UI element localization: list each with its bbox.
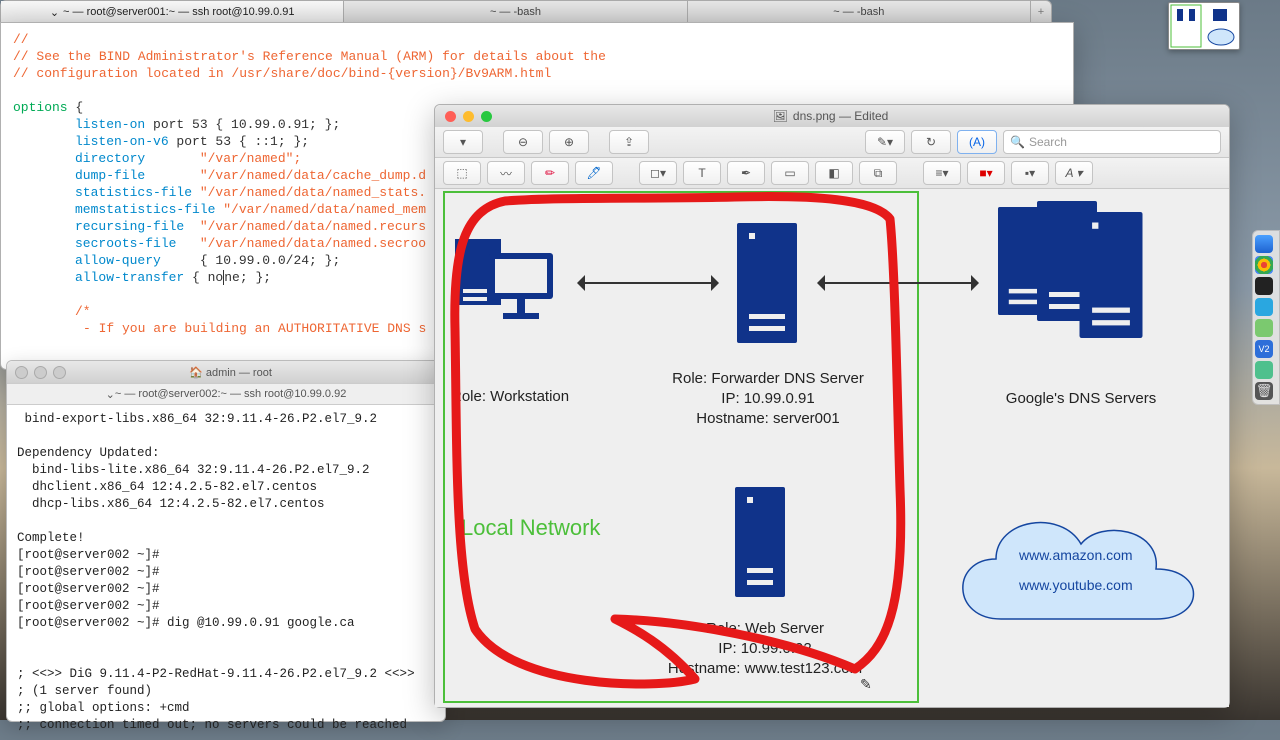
dock: V2 🗑 — [1252, 230, 1280, 405]
add-tab-button[interactable]: + — [1031, 1, 1051, 23]
arrow-icon — [823, 282, 973, 284]
code-keyword: options — [13, 100, 68, 115]
code-comment: // — [13, 32, 29, 47]
dock-app-icon[interactable] — [1255, 298, 1273, 316]
minimize-icon[interactable] — [34, 366, 47, 379]
sketch-tool[interactable]: ✏ — [531, 161, 569, 185]
workstation-icon — [455, 239, 565, 334]
zoom-out-button[interactable]: ⊖ — [503, 130, 543, 154]
sign-tool[interactable]: ✒ — [727, 161, 765, 185]
shapes-tool[interactable]: ◻▾ — [639, 161, 677, 185]
fill-color[interactable]: ▪▾ — [1011, 161, 1049, 185]
search-icon: 🔍 — [1010, 135, 1025, 149]
code-comment: // configuration located in /usr/share/d… — [13, 66, 551, 81]
zoom-icon[interactable] — [53, 366, 66, 379]
dock-chrome-icon[interactable] — [1255, 256, 1273, 274]
draw-tool[interactable]: 🖊 — [575, 161, 613, 185]
lasso-tool[interactable]: 〰 — [487, 161, 525, 185]
desktop-thumbnail[interactable] — [1168, 2, 1240, 50]
close-icon[interactable] — [445, 111, 456, 122]
google-dns-label: Google's DNS Servers — [971, 389, 1191, 409]
dock-trash-icon[interactable]: 🗑 — [1255, 382, 1273, 400]
cloud-text: www.amazon.com — [1019, 547, 1133, 563]
minimize-icon[interactable] — [463, 111, 474, 122]
terminal-window-2[interactable]: 🏠 admin — root ⌄ ~ — root@server002:~ — … — [6, 360, 446, 722]
note-tool[interactable]: ▭ — [771, 161, 809, 185]
window-title: admin — root — [206, 367, 272, 379]
terminal-tab-1[interactable]: ⌄~ — root@server001:~ — ssh root@10.99.0… — [1, 1, 344, 23]
preview-window: 🖼 dns.png — Edited ▾ ⊖ ⊕ ⇪ ✎▾ ↻ (A) 🔍 Sear… — [434, 104, 1230, 708]
pencil-cursor-icon: ✎ — [860, 676, 872, 693]
text-style[interactable]: A ▾ — [1055, 161, 1093, 185]
image-icon: 🖼 — [773, 109, 788, 123]
image-canvas[interactable]: Role: Workstation Role: Forwarder DNS Se… — [435, 189, 1229, 707]
dock-app-icon[interactable]: V2 — [1255, 340, 1273, 358]
window-titlebar[interactable]: 🏠 admin — root — [7, 361, 445, 383]
arrow-icon — [583, 282, 713, 284]
webserver-label: Role: Web ServerIP: 10.99.0.92Hostname: … — [655, 619, 875, 679]
server-icon — [735, 487, 785, 597]
stroke-color[interactable]: ■▾ — [967, 161, 1005, 185]
close-icon[interactable] — [15, 366, 28, 379]
zoom-in-button[interactable]: ⊕ — [549, 130, 589, 154]
rotate-button[interactable]: ↻ — [911, 130, 951, 154]
selection-tool[interactable]: ⬚ — [443, 161, 481, 185]
terminal-tab-bar: ⌄~ — root@server001:~ — ssh root@10.99.0… — [0, 0, 1052, 24]
terminal-tab[interactable]: ⌄ ~ — root@server002:~ — ssh root@10.99.… — [7, 383, 445, 405]
window-titlebar[interactable]: 🖼 dns.png — Edited — [435, 105, 1229, 127]
dock-app-icon[interactable] — [1255, 319, 1273, 337]
dock-finder-icon[interactable] — [1255, 235, 1273, 253]
mask-tool[interactable]: ⧉ — [859, 161, 897, 185]
view-menu-button[interactable]: ▾ — [443, 130, 483, 154]
share-button[interactable]: ⇪ — [609, 130, 649, 154]
dock-app-icon[interactable] — [1255, 361, 1273, 379]
terminal-output[interactable]: bind-export-libs.x86_64 32:9.11.4-26.P2.… — [7, 405, 445, 740]
terminal-tab-3[interactable]: ~ — -bash — [688, 1, 1031, 23]
cloud-text: www.youtube.com — [1019, 577, 1133, 593]
zoom-icon[interactable] — [481, 111, 492, 122]
server-icon — [737, 223, 797, 343]
code-comment: // See the BIND Administrator's Referenc… — [13, 49, 606, 64]
forwarder-label: Role: Forwarder DNS ServerIP: 10.99.0.91… — [663, 369, 873, 429]
preview-toolbar-markup: ⬚ 〰 ✏ 🖊 ◻▾ T ✒ ▭ ◧ ⧉ ≡▾ ■▾ ▪▾ A ▾ — [435, 158, 1229, 189]
line-style[interactable]: ≡▾ — [923, 161, 961, 185]
markup-button[interactable]: ✎▾ — [865, 130, 905, 154]
workstation-label: Role: Workstation — [451, 387, 569, 407]
color-adjust-tool[interactable]: ◧ — [815, 161, 853, 185]
markup-toggle-button[interactable]: (A) — [957, 130, 997, 154]
preview-toolbar-main: ▾ ⊖ ⊕ ⇪ ✎▾ ↻ (A) 🔍 Search — [435, 127, 1229, 158]
search-placeholder: Search — [1029, 135, 1067, 149]
dock-terminal-icon[interactable] — [1255, 277, 1273, 295]
terminal-tab-2[interactable]: ~ — -bash — [344, 1, 687, 23]
server-group-icon — [995, 201, 1155, 341]
cloud-icon: www.amazon.com www.youtube.com — [941, 489, 1211, 649]
local-network-label: Local Network — [461, 515, 600, 541]
search-input[interactable]: 🔍 Search — [1003, 130, 1221, 154]
window-title: dns.png — Edited — [793, 109, 888, 123]
text-tool[interactable]: T — [683, 161, 721, 185]
